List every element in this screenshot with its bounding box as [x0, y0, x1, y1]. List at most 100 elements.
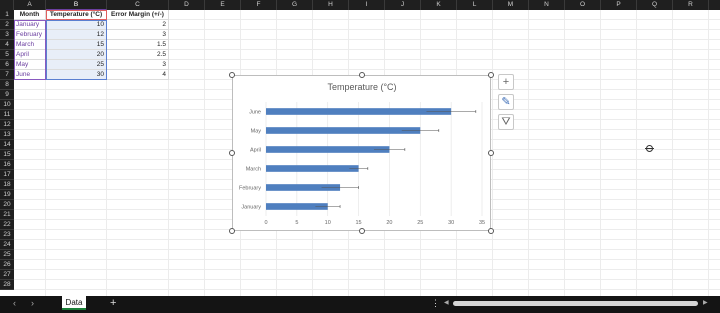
next-sheet-icon[interactable]: › [31, 296, 34, 311]
scroll-right-icon[interactable]: ▶ [703, 296, 708, 311]
row-header[interactable]: 20 [0, 200, 14, 210]
y-tick-label: February [239, 186, 261, 192]
x-tick-label: 0 [264, 220, 267, 226]
row-header[interactable]: 24 [0, 240, 14, 250]
row-header[interactable]: 28 [0, 280, 14, 290]
column-gridline [672, 10, 673, 296]
column-header[interactable]: N [529, 0, 565, 10]
chart-resize-handle[interactable] [359, 72, 365, 78]
chart-resize-handle[interactable] [229, 150, 235, 156]
row-header[interactable]: 2 [0, 20, 14, 30]
row-header[interactable]: 17 [0, 170, 14, 180]
chart-resize-handle[interactable] [488, 228, 494, 234]
y-tick-label: March [246, 167, 261, 173]
error-cell[interactable]: 3 [107, 30, 169, 40]
error-cell[interactable]: 1.5 [107, 40, 169, 50]
prev-sheet-icon[interactable]: ‹ [13, 296, 16, 311]
row-header[interactable]: 10 [0, 100, 14, 110]
row-header[interactable]: 14 [0, 140, 14, 150]
chart-title: Temperature (°C) [327, 82, 396, 92]
column-header[interactable]: R [673, 0, 709, 10]
column-header[interactable]: L [457, 0, 493, 10]
bar [266, 127, 421, 134]
row-header[interactable]: 6 [0, 60, 14, 70]
column-header[interactable]: F [241, 0, 277, 10]
error-cell[interactable]: 3 [107, 60, 169, 70]
add-sheet-button[interactable]: + [110, 296, 116, 311]
row-gridline [14, 279, 720, 280]
row-header[interactable]: 5 [0, 50, 14, 60]
menu-icon[interactable]: ⋮ [431, 296, 440, 311]
row-header[interactable]: 25 [0, 250, 14, 260]
column-header[interactable]: Q [637, 0, 673, 10]
selection-range-title [46, 10, 107, 20]
row-header[interactable]: 1 [0, 10, 14, 20]
row-header[interactable]: 15 [0, 150, 14, 160]
row-gridline [14, 269, 720, 270]
row-header[interactable]: 11 [0, 110, 14, 120]
chart-resize-handle[interactable] [488, 72, 494, 78]
spreadsheet-grid[interactable]: ABCDEFGHIJKLMNOPQRS 12345678910111213141… [0, 0, 720, 296]
horizontal-scrollbar[interactable] [453, 301, 698, 306]
column-header[interactable]: A [14, 0, 46, 10]
y-tick-label: May [251, 129, 262, 135]
x-tick-label: 30 [448, 220, 454, 226]
row-header[interactable]: 3 [0, 30, 14, 40]
column-header[interactable]: S [709, 0, 720, 10]
sheet-tab-bar: ‹ › Data + ⋮ ◀ ▶ [0, 296, 720, 313]
bar [266, 165, 359, 172]
row-header[interactable]: 4 [0, 40, 14, 50]
column-header[interactable]: C [107, 0, 169, 10]
error-cell[interactable]: 2 [107, 20, 169, 30]
column-header[interactable]: J [385, 0, 421, 10]
row-header[interactable]: 22 [0, 220, 14, 230]
x-tick-label: 25 [417, 220, 423, 226]
column-header[interactable]: O [565, 0, 601, 10]
column-header[interactable]: H [313, 0, 349, 10]
header-cell[interactable]: Month [14, 10, 46, 20]
x-tick-label: 5 [295, 220, 298, 226]
row-header[interactable]: 9 [0, 90, 14, 100]
chart-resize-handle[interactable] [359, 228, 365, 234]
chart-styles-button[interactable]: ✎ [498, 94, 514, 110]
row-header[interactable]: 13 [0, 130, 14, 140]
column-header[interactable]: P [601, 0, 637, 10]
row-header[interactable]: 23 [0, 230, 14, 240]
column-header[interactable]: I [349, 0, 385, 10]
row-header[interactable]: 26 [0, 260, 14, 270]
chart-resize-handle[interactable] [488, 150, 494, 156]
error-cell[interactable]: 4 [107, 70, 169, 80]
row-header[interactable]: 12 [0, 120, 14, 130]
error-cell[interactable]: 2.5 [107, 50, 169, 60]
row-header[interactable]: 7 [0, 70, 14, 80]
column-header[interactable]: B [46, 0, 107, 10]
row-header[interactable]: 27 [0, 270, 14, 280]
chart-resize-handle[interactable] [229, 228, 235, 234]
row-gridline [14, 249, 720, 250]
column-header[interactable]: D [169, 0, 205, 10]
column-header[interactable]: E [205, 0, 241, 10]
column-header[interactable]: K [421, 0, 457, 10]
select-all-corner[interactable] [0, 0, 14, 10]
y-tick-label: April [250, 148, 261, 154]
selection-range-temperature [46, 20, 107, 80]
row-header[interactable]: 8 [0, 80, 14, 90]
row-header[interactable]: 16 [0, 160, 14, 170]
scroll-left-icon[interactable]: ◀ [444, 296, 449, 311]
column-header[interactable]: M [493, 0, 529, 10]
row-header[interactable]: 21 [0, 210, 14, 220]
chart-elements-button[interactable]: + [498, 74, 514, 90]
row-header[interactable]: 18 [0, 180, 14, 190]
chart-filters-button[interactable]: ⛛ [498, 114, 514, 130]
header-cell[interactable]: Error Margin (+/-) [107, 10, 169, 20]
x-tick-label: 35 [479, 220, 485, 226]
x-tick-label: 15 [356, 220, 362, 226]
selection-range-month [14, 20, 46, 80]
chart[interactable]: Temperature (°C) 0 5 10 15 20 25 30 35 January Feb… [232, 75, 491, 231]
row-header[interactable]: 19 [0, 190, 14, 200]
chart-resize-handle[interactable] [229, 72, 235, 78]
y-tick-label: June [249, 110, 261, 116]
column-gridline [204, 10, 205, 296]
column-header[interactable]: G [277, 0, 313, 10]
tab-data[interactable]: Data [62, 296, 86, 310]
